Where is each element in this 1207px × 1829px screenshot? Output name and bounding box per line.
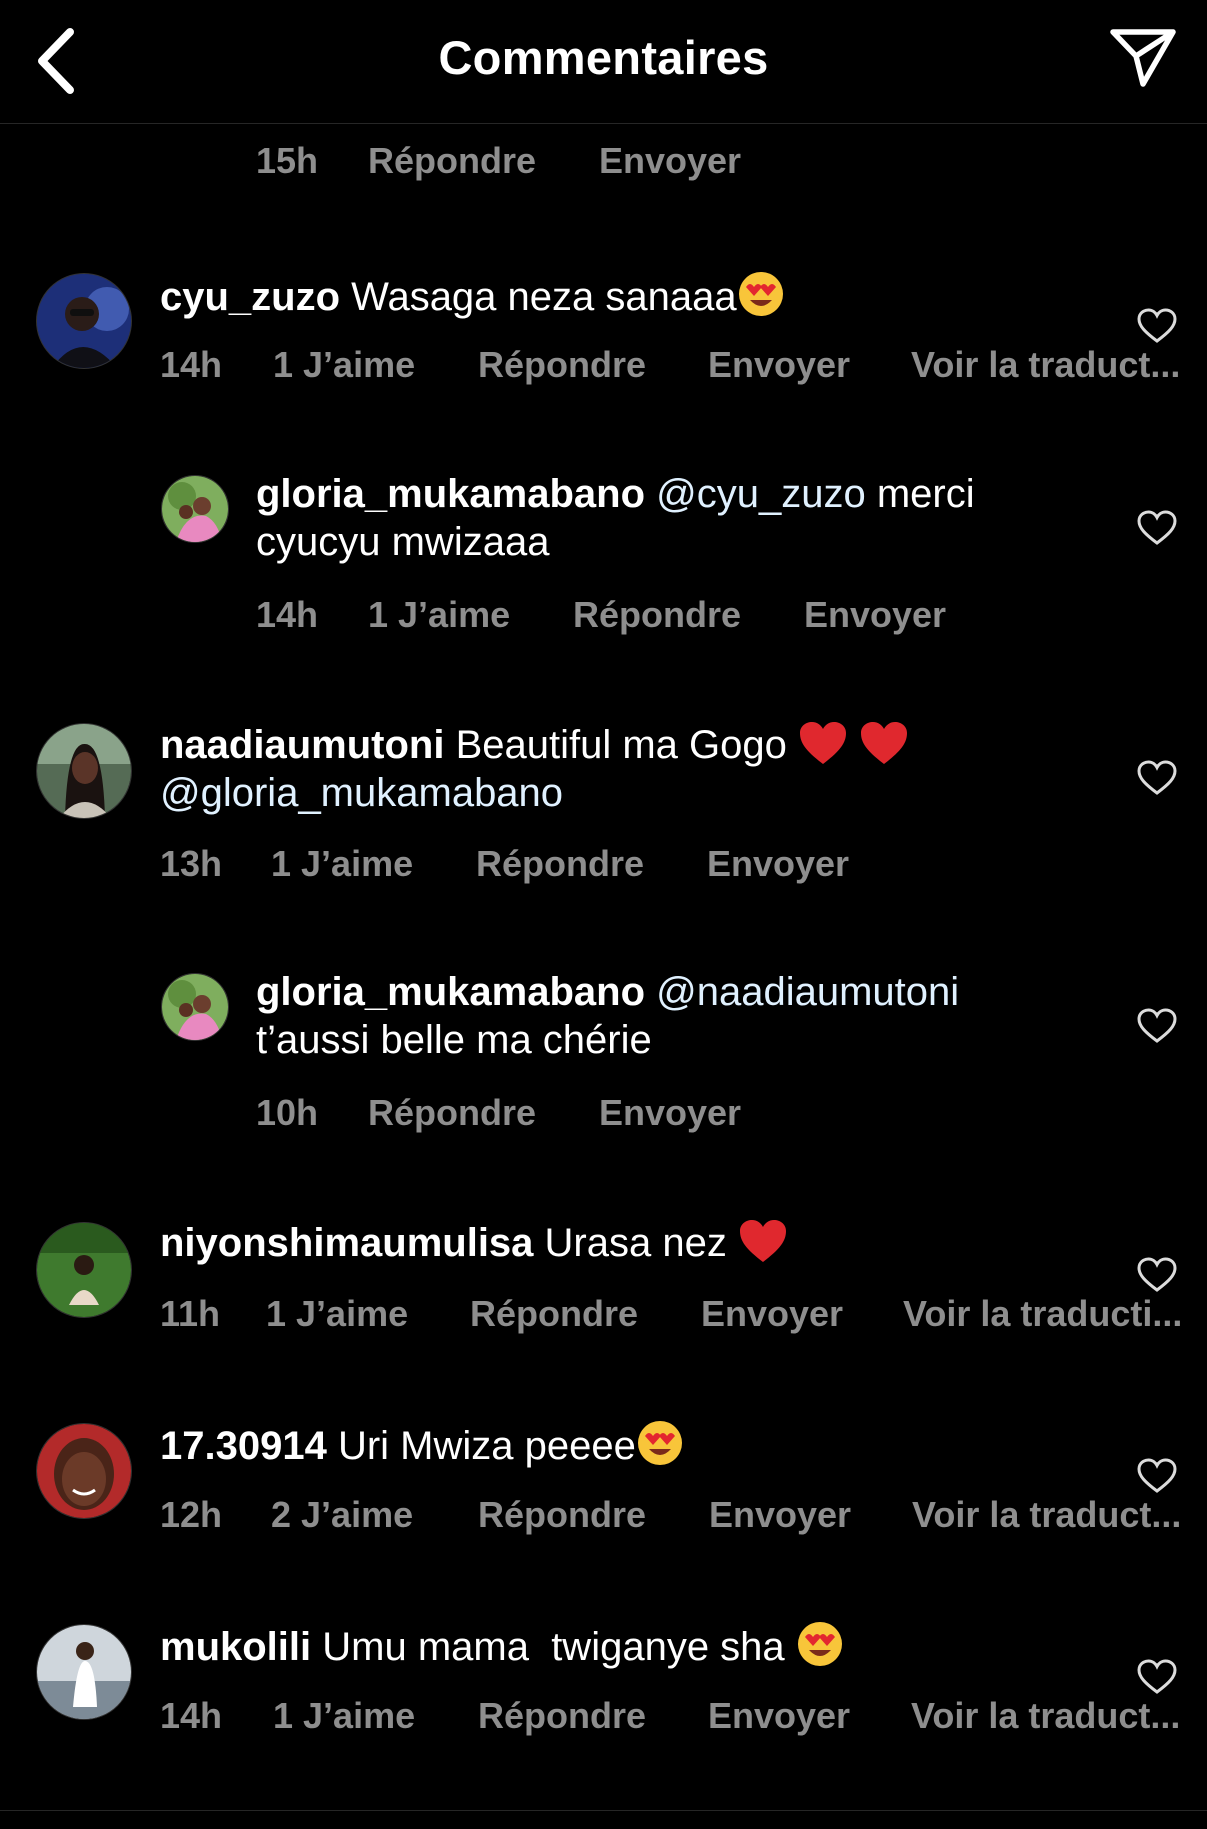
- mention-link[interactable]: @naadiaumutoni: [656, 970, 959, 1014]
- comment-text: niyonshimaumulisa Urasa nez: [160, 1218, 1120, 1267]
- send-button[interactable]: Envoyer: [709, 1494, 851, 1536]
- likes-count[interactable]: 2 J’aime: [271, 1494, 413, 1536]
- avatar[interactable]: [36, 723, 132, 819]
- mention-link[interactable]: @cyu_zuzo: [656, 472, 866, 516]
- comment-time: 14h: [160, 344, 223, 385]
- comment-body: merci: [865, 472, 975, 516]
- comment-body: Umu mama twiganye sha: [322, 1625, 785, 1669]
- comment-meta-row: 10h Répondre Envoyer: [0, 1092, 1207, 1138]
- comment-text: mukolili Umu mama twiganye sha: [160, 1620, 1120, 1671]
- comment-text: gloria_mukamabano @cyu_zuzo merci cyucyu…: [256, 470, 1136, 566]
- red-heart-emoji-icon: [739, 1220, 786, 1262]
- comment-body: Uri Mwiza peeee: [337, 1424, 636, 1468]
- reply-button[interactable]: Répondre: [476, 843, 644, 885]
- like-heart-icon[interactable]: [1137, 1659, 1177, 1695]
- comment-username[interactable]: mukolili: [160, 1625, 311, 1669]
- send-button[interactable]: Envoyer: [707, 843, 849, 885]
- likes-count[interactable]: 1 J’aime: [273, 344, 415, 386]
- like-heart-icon[interactable]: [1137, 510, 1177, 546]
- reply-button[interactable]: Répondre: [368, 1092, 536, 1134]
- comment-time: 15h: [256, 140, 319, 181]
- comment-username[interactable]: naadiaumutoni: [160, 723, 444, 767]
- page-title: Commentaires: [438, 31, 769, 84]
- reply-button[interactable]: Répondre: [478, 1494, 646, 1536]
- comment-time: 12h: [160, 1494, 223, 1535]
- comment-text: naadiaumutoni Beautiful ma Gogo @gloria_…: [160, 720, 1120, 817]
- comment-username[interactable]: 17.30914: [160, 1424, 327, 1468]
- likes-count[interactable]: 1 J’aime: [271, 843, 413, 885]
- comment-time: 14h: [256, 594, 319, 635]
- send-button[interactable]: Envoyer: [708, 1695, 850, 1737]
- comment-time: 10h: [256, 1092, 319, 1133]
- send-button[interactable]: Envoyer: [708, 344, 850, 386]
- likes-count[interactable]: 1 J’aime: [368, 594, 510, 636]
- comment-time: 14h: [160, 1695, 223, 1736]
- comment-body: Beautiful ma Gogo: [455, 723, 787, 767]
- mention-link[interactable]: @gloria_mukamabano: [160, 771, 563, 815]
- comment-meta-row: 13h 1 J’aime Répondre Envoyer: [0, 843, 1207, 889]
- see-translation-link[interactable]: Voir la traduct...: [911, 344, 1180, 386]
- red-heart-emoji-icon: [861, 722, 908, 764]
- heart-eyes-emoji-icon: [637, 1421, 682, 1465]
- send-button[interactable]: Envoyer: [701, 1293, 843, 1335]
- send-button[interactable]: Envoyer: [599, 1092, 741, 1134]
- comment-meta-row: 14h 1 J’aime Répondre Envoyer Voir la tr…: [0, 344, 1207, 390]
- paper-plane-icon[interactable]: [1103, 22, 1183, 92]
- comment-username[interactable]: cyu_zuzo: [160, 275, 340, 319]
- comment-meta-row: 14h 1 J’aime Répondre Envoyer: [0, 594, 1207, 640]
- avatar[interactable]: [161, 973, 229, 1041]
- comment-username[interactable]: gloria_mukamabano: [256, 970, 645, 1014]
- comment-username[interactable]: niyonshimaumulisa: [160, 1221, 533, 1265]
- comment-body: Wasaga neza sanaaa: [351, 275, 737, 319]
- send-button[interactable]: Envoyer: [804, 594, 946, 636]
- likes-count[interactable]: 1 J’aime: [266, 1293, 408, 1335]
- see-translation-link[interactable]: Voir la traduct...: [912, 1494, 1181, 1536]
- comment-body-line2: cyucyu mwizaaa: [256, 520, 550, 564]
- comment-text: cyu_zuzo Wasaga neza sanaaa: [160, 270, 1120, 321]
- header-bar: Commentaires: [0, 0, 1207, 124]
- divider: [0, 1810, 1207, 1811]
- comment-username[interactable]: gloria_mukamabano: [256, 472, 645, 516]
- comment-meta-row: 15h Répondre Envoyer: [0, 140, 1207, 186]
- reply-button[interactable]: Répondre: [478, 1695, 646, 1737]
- comment-meta-row: 14h 1 J’aime Répondre Envoyer Voir la tr…: [0, 1695, 1207, 1741]
- see-translation-link[interactable]: Voir la traducti...: [903, 1293, 1182, 1335]
- heart-eyes-emoji-icon: [738, 272, 783, 316]
- like-heart-icon[interactable]: [1137, 308, 1177, 344]
- comment-text: 17.30914 Uri Mwiza peeee: [160, 1419, 1120, 1470]
- like-heart-icon[interactable]: [1137, 760, 1177, 796]
- reply-button[interactable]: Répondre: [368, 140, 536, 182]
- reply-button[interactable]: Répondre: [573, 594, 741, 636]
- see-translation-link[interactable]: Voir la traduct...: [911, 1695, 1180, 1737]
- red-heart-emoji-icon: [800, 722, 847, 764]
- comment-text: gloria_mukamabano @naadiaumutoni t’aussi…: [256, 968, 1136, 1064]
- like-heart-icon[interactable]: [1137, 1458, 1177, 1494]
- comment-body: Urasa nez: [544, 1221, 727, 1265]
- like-heart-icon[interactable]: [1137, 1257, 1177, 1293]
- likes-count[interactable]: 1 J’aime: [273, 1695, 415, 1737]
- comment-body-line2: t’aussi belle ma chérie: [256, 1018, 652, 1062]
- send-button[interactable]: Envoyer: [599, 140, 741, 182]
- comment-time: 13h: [160, 843, 223, 884]
- comment-meta-row: 11h 1 J’aime Répondre Envoyer Voir la tr…: [0, 1293, 1207, 1339]
- comment-time: 11h: [160, 1293, 221, 1334]
- like-heart-icon[interactable]: [1137, 1008, 1177, 1044]
- reply-button[interactable]: Répondre: [478, 344, 646, 386]
- comment-meta-row: 12h 2 J’aime Répondre Envoyer Voir la tr…: [0, 1494, 1207, 1540]
- avatar[interactable]: [161, 475, 229, 543]
- heart-eyes-emoji-icon: [797, 1622, 842, 1666]
- reply-button[interactable]: Répondre: [470, 1293, 638, 1335]
